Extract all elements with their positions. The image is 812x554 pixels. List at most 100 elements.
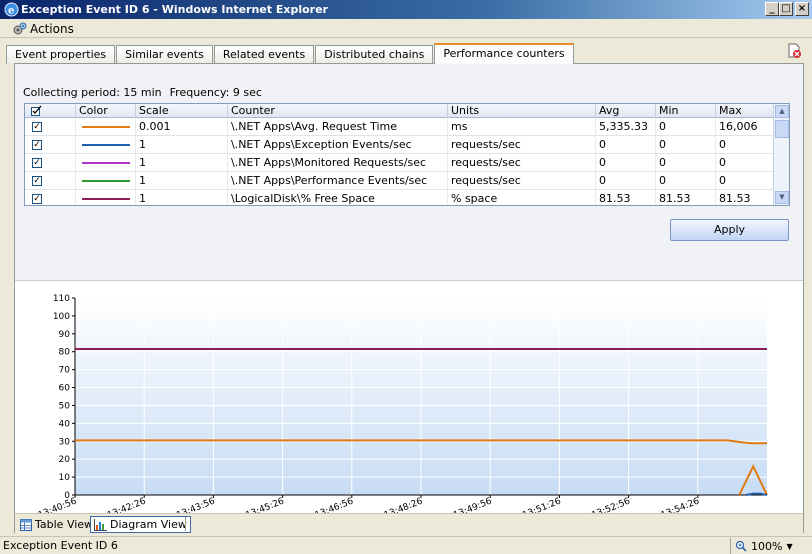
window-titlebar: e Exception Event ID 6 - Windows Interne… bbox=[0, 0, 812, 19]
table-view-button[interactable]: Table View bbox=[17, 516, 96, 533]
close-window-button[interactable]: × bbox=[795, 2, 809, 16]
check-all-icon bbox=[31, 105, 42, 116]
table-row[interactable]: ✓ 0.001 \.NET Apps\Avg. Request Time ms … bbox=[25, 118, 773, 136]
select-all-checkbox[interactable] bbox=[31, 105, 43, 117]
color-cell bbox=[75, 172, 135, 190]
counter-cell: \.NET Apps\Exception Events/sec bbox=[227, 136, 447, 154]
table-row[interactable]: ✓ 1 \.NET Apps\Monitored Requests/sec re… bbox=[25, 154, 773, 172]
units-cell: requests/sec bbox=[447, 172, 595, 190]
row-checkbox[interactable]: ✓ bbox=[32, 122, 42, 132]
counters-grid: Color Scale Counter Units Avg Min Max ✓ … bbox=[24, 103, 790, 206]
color-swatch bbox=[82, 144, 130, 146]
color-swatch bbox=[82, 198, 130, 200]
row-checkbox[interactable]: ✓ bbox=[32, 194, 42, 204]
diagram-view-label: Diagram View bbox=[110, 518, 187, 531]
main-content: Event properties Similar events Related … bbox=[0, 38, 812, 536]
grid-header: Color Scale Counter Units Avg Min Max bbox=[25, 104, 773, 118]
column-header-color[interactable]: Color bbox=[75, 104, 135, 118]
window-title: Exception Event ID 6 - Windows Internet … bbox=[21, 3, 328, 16]
color-swatch bbox=[82, 162, 130, 164]
column-header-counter[interactable]: Counter bbox=[227, 104, 447, 118]
view-switcher-bar: Table View Diagram View bbox=[15, 513, 803, 533]
row-checkbox[interactable]: ✓ bbox=[32, 176, 42, 186]
diagram-view-button[interactable]: Diagram View bbox=[90, 516, 191, 533]
close-document-icon[interactable] bbox=[786, 43, 802, 59]
scroll-down-arrow-icon[interactable]: ▼ bbox=[775, 191, 789, 204]
maximize-button[interactable]: □ bbox=[779, 2, 793, 16]
table-row[interactable]: ✓ 1 \LogicalDisk\% Free Space % space 81… bbox=[25, 190, 773, 205]
tab-related-events[interactable]: Related events bbox=[213, 45, 315, 64]
column-header-avg[interactable]: Avg bbox=[595, 104, 655, 118]
tab-strip: Event properties Similar events Related … bbox=[6, 43, 575, 64]
y-tick-label: 20 bbox=[59, 455, 71, 465]
color-swatch bbox=[82, 126, 130, 128]
y-tick-label: 70 bbox=[59, 366, 71, 376]
avg-cell: 0 bbox=[595, 172, 655, 190]
column-header-units[interactable]: Units bbox=[447, 104, 595, 118]
column-header-max[interactable]: Max bbox=[715, 104, 773, 118]
scale-cell: 1 bbox=[135, 136, 227, 154]
counter-cell: \.NET Apps\Avg. Request Time bbox=[227, 118, 447, 136]
x-tick-label: 13:52:56 bbox=[590, 496, 631, 513]
scroll-up-arrow-icon[interactable]: ▲ bbox=[775, 105, 789, 118]
grid-vertical-scrollbar[interactable]: ▲ ▼ bbox=[773, 104, 789, 205]
actions-menu[interactable]: Actions bbox=[13, 21, 74, 36]
y-tick-label: 90 bbox=[59, 330, 71, 340]
status-text: Exception Event ID 6 bbox=[3, 539, 118, 552]
apply-button[interactable]: Apply bbox=[670, 219, 789, 241]
menubar: Actions bbox=[0, 19, 812, 38]
minimize-button[interactable]: _ bbox=[765, 2, 779, 16]
svg-text:e: e bbox=[8, 6, 14, 17]
zoom-control[interactable]: 100% ▼ bbox=[730, 538, 793, 554]
scroll-thumb[interactable] bbox=[775, 120, 789, 138]
y-tick-label: 30 bbox=[59, 437, 71, 447]
row-checkbox[interactable]: ✓ bbox=[32, 140, 42, 150]
counter-cell: \.NET Apps\Monitored Requests/sec bbox=[227, 154, 447, 172]
x-tick-label: 13:48:26 bbox=[383, 496, 424, 513]
tab-distributed-chains[interactable]: Distributed chains bbox=[315, 45, 434, 64]
table-icon bbox=[20, 518, 32, 531]
max-cell: 0 bbox=[715, 136, 773, 154]
tab-similar-events[interactable]: Similar events bbox=[116, 45, 213, 64]
actions-menu-label: Actions bbox=[30, 21, 74, 36]
min-cell: 0 bbox=[655, 172, 715, 190]
units-cell: % space bbox=[447, 190, 595, 205]
y-tick-label: 50 bbox=[59, 401, 71, 411]
avg-cell: 81.53 bbox=[595, 190, 655, 205]
tab-event-properties[interactable]: Event properties bbox=[6, 45, 116, 64]
x-tick-label: 13:51:26 bbox=[521, 496, 562, 513]
zoom-icon bbox=[735, 540, 747, 552]
scale-cell: 1 bbox=[135, 190, 227, 205]
counters-area: Collecting period: 15 min Frequency: 9 se… bbox=[15, 64, 803, 280]
color-swatch bbox=[82, 180, 130, 182]
min-cell: 0 bbox=[655, 118, 715, 136]
chevron-down-icon: ▼ bbox=[786, 541, 793, 551]
zoom-level: 100% bbox=[751, 539, 783, 553]
table-row[interactable]: ✓ 1 \.NET Apps\Exception Events/sec requ… bbox=[25, 136, 773, 154]
row-checkbox[interactable]: ✓ bbox=[32, 158, 42, 168]
x-tick-label: 13:49:56 bbox=[452, 496, 493, 513]
collecting-period: Collecting period: 15 min bbox=[23, 86, 162, 99]
performance-counters-panel: Collecting period: 15 min Frequency: 9 se… bbox=[14, 63, 804, 533]
column-header-scale[interactable]: Scale bbox=[135, 104, 227, 118]
y-tick-label: 10 bbox=[59, 473, 71, 483]
color-cell bbox=[75, 154, 135, 172]
min-cell: 0 bbox=[655, 136, 715, 154]
collecting-info: Collecting period: 15 min Frequency: 9 se… bbox=[23, 86, 262, 99]
y-tick-label: 60 bbox=[59, 384, 71, 394]
units-cell: requests/sec bbox=[447, 136, 595, 154]
max-cell: 0 bbox=[715, 154, 773, 172]
avg-cell: 5,335.33 bbox=[595, 118, 655, 136]
table-row[interactable]: ✓ 1 \.NET Apps\Performance Events/sec re… bbox=[25, 172, 773, 190]
x-tick-label: 13:54:26 bbox=[660, 496, 701, 513]
max-cell: 0 bbox=[715, 172, 773, 190]
collecting-frequency: Frequency: 9 sec bbox=[169, 86, 262, 99]
max-cell: 81.53 bbox=[715, 190, 773, 205]
tab-performance-counters[interactable]: Performance counters bbox=[434, 43, 574, 64]
y-tick-label: 110 bbox=[53, 294, 70, 304]
column-header-min[interactable]: Min bbox=[655, 104, 715, 118]
x-tick-label: 13:40:56 bbox=[37, 496, 78, 513]
x-tick-label: 13:46:56 bbox=[314, 496, 355, 513]
avg-cell: 0 bbox=[595, 154, 655, 172]
y-tick-label: 100 bbox=[53, 312, 70, 322]
